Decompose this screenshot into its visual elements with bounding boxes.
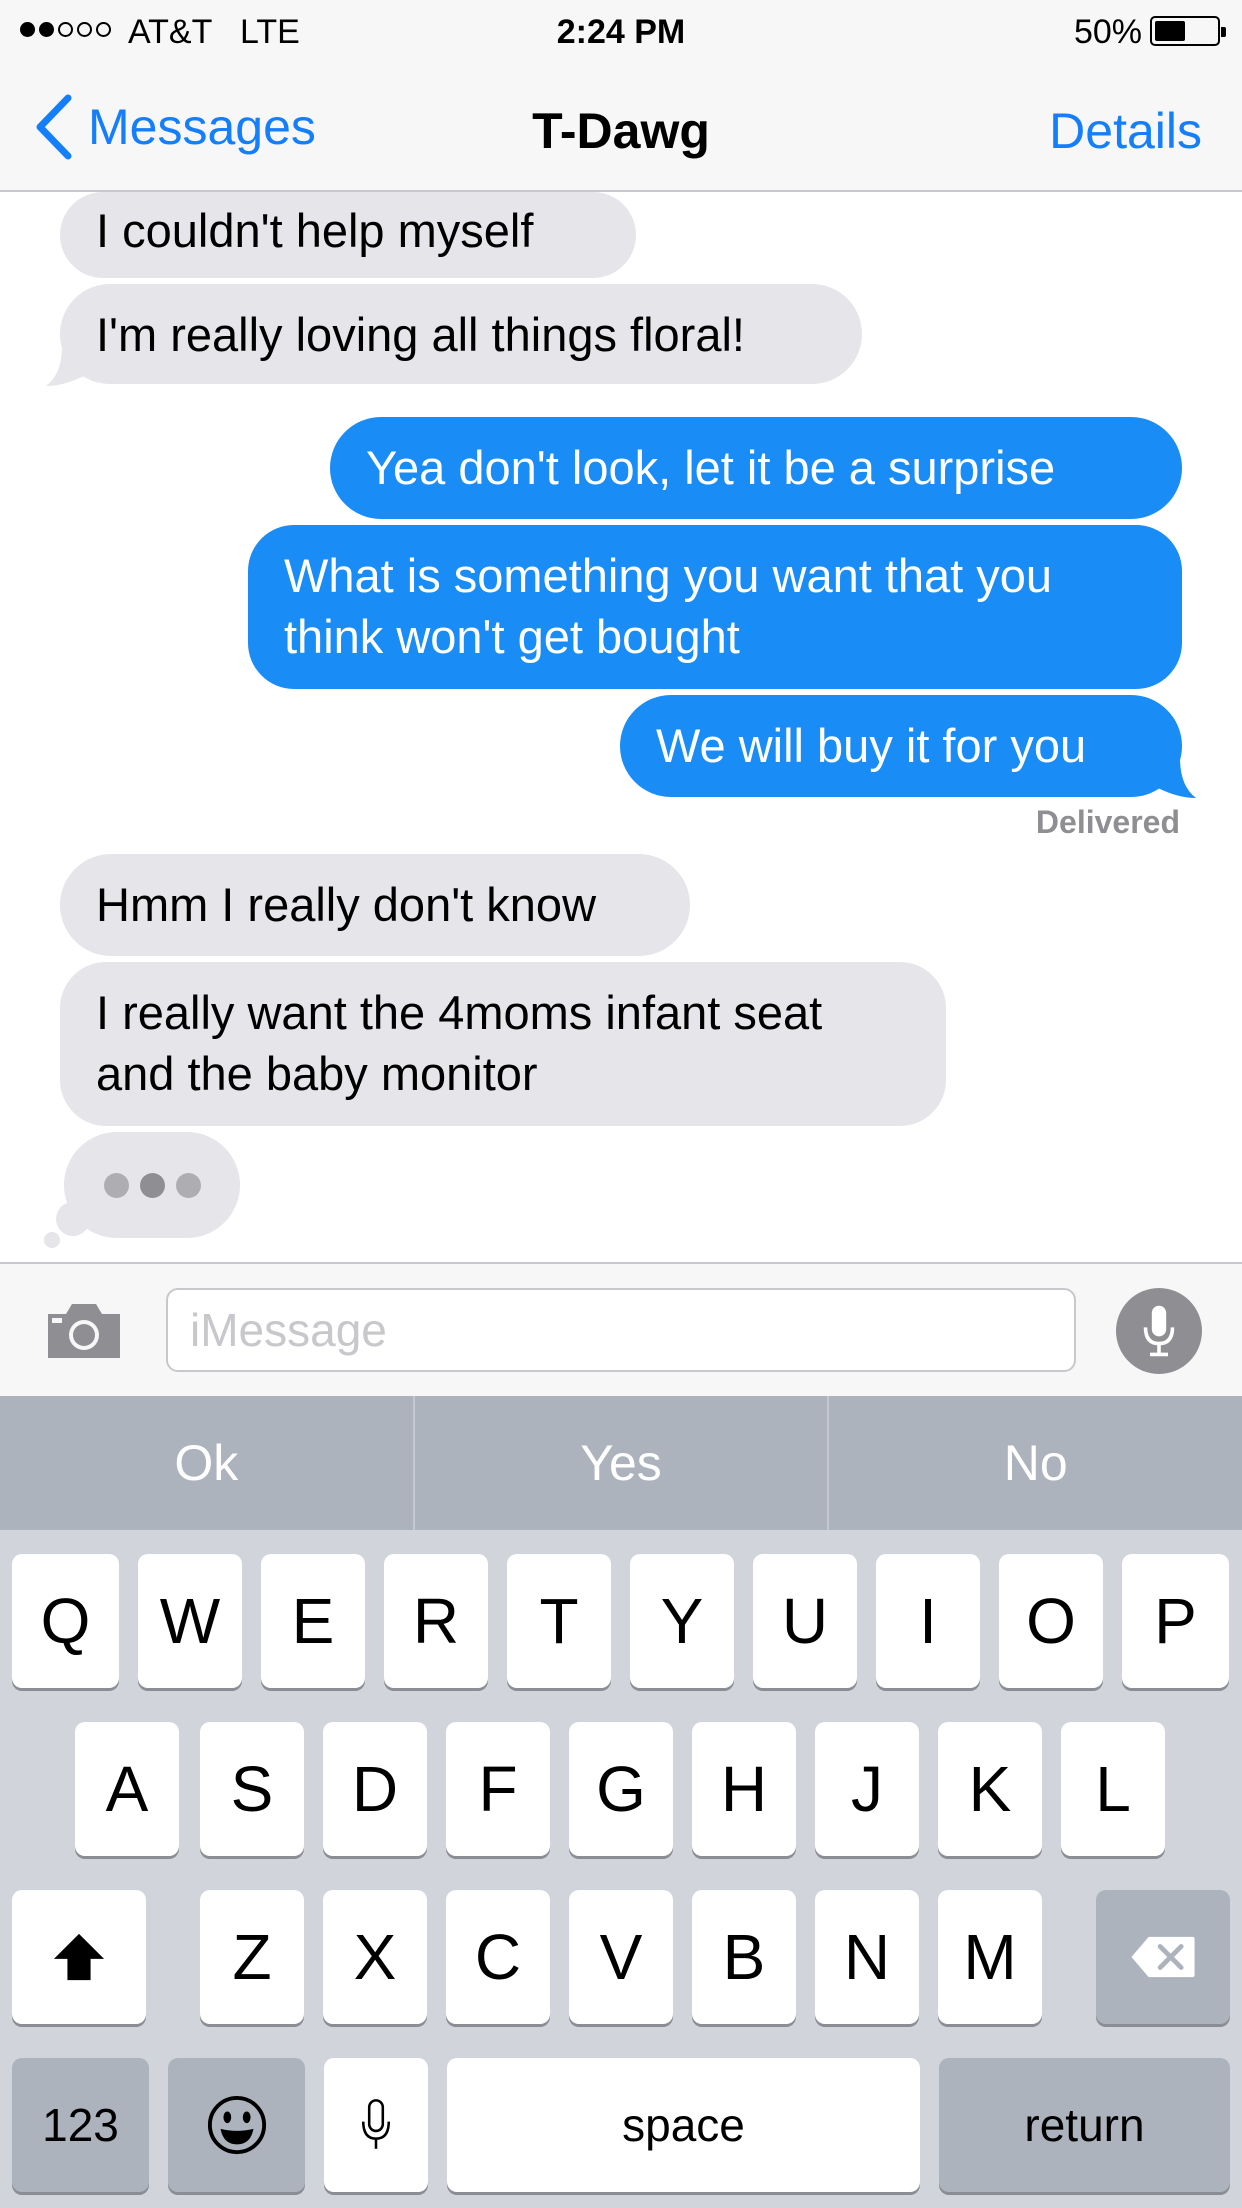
microphone-button[interactable] bbox=[1116, 1288, 1202, 1374]
key-q[interactable]: Q bbox=[12, 1554, 119, 1688]
details-button[interactable]: Details bbox=[1049, 102, 1202, 160]
key-e[interactable]: E bbox=[261, 1554, 365, 1688]
message-text: Hmm I really don't know bbox=[96, 878, 597, 931]
typing-dot bbox=[103, 1172, 129, 1198]
return-key[interactable]: return bbox=[939, 2058, 1230, 2192]
key-f[interactable]: F bbox=[446, 1722, 550, 1856]
backspace-key[interactable] bbox=[1096, 1890, 1230, 2024]
key-m[interactable]: M bbox=[938, 1890, 1042, 2024]
typing-dot bbox=[139, 1172, 165, 1198]
bubble-tail bbox=[46, 346, 84, 386]
outgoing-message-bubble[interactable]: We will buy it for you bbox=[620, 695, 1182, 797]
key-d[interactable]: D bbox=[323, 1722, 427, 1856]
battery-percentage: 50% bbox=[1073, 13, 1142, 51]
key-y[interactable]: Y bbox=[630, 1554, 734, 1688]
suggestion-yes[interactable]: Yes bbox=[412, 1396, 828, 1530]
incoming-message-bubble[interactable]: Hmm I really don't know bbox=[60, 854, 690, 956]
message-input-bar bbox=[0, 1262, 1242, 1396]
key-u[interactable]: U bbox=[753, 1554, 857, 1688]
key-j[interactable]: J bbox=[815, 1722, 919, 1856]
typing-indicator bbox=[64, 1132, 240, 1238]
navigation-bar: Messages T-Dawg Details bbox=[0, 62, 1242, 192]
key-c[interactable]: C bbox=[446, 1890, 550, 2024]
shift-key[interactable] bbox=[12, 1890, 146, 2024]
suggestion-ok[interactable]: Ok bbox=[0, 1396, 413, 1530]
typing-bubble-tail bbox=[44, 1232, 60, 1248]
key-z[interactable]: Z bbox=[200, 1890, 304, 2024]
quicktype-suggestions: Ok Yes No bbox=[0, 1396, 1242, 1530]
typing-bubble-tail bbox=[56, 1202, 90, 1236]
key-t[interactable]: T bbox=[507, 1554, 611, 1688]
incoming-message-bubble[interactable]: I'm really loving all things floral! bbox=[60, 284, 862, 384]
status-bar: AT&T LTE 2:24 PM 50% bbox=[0, 0, 1242, 62]
key-h[interactable]: H bbox=[692, 1722, 796, 1856]
delivered-status: Delivered bbox=[1035, 804, 1180, 840]
keyboard: Q W E R T Y U I O P A S D F G H J K L Z … bbox=[0, 1530, 1242, 2208]
key-r[interactable]: R bbox=[384, 1554, 488, 1688]
key-p[interactable]: P bbox=[1122, 1554, 1229, 1688]
message-text: I'm really loving all things floral! bbox=[96, 308, 745, 361]
space-key[interactable]: space bbox=[447, 2058, 920, 2192]
suggestion-no[interactable]: No bbox=[827, 1396, 1242, 1530]
status-time: 2:24 PM bbox=[556, 13, 686, 51]
typing-dot bbox=[175, 1172, 201, 1198]
message-text: Yea don't look, let it be a surprise bbox=[366, 441, 1056, 494]
battery-icon bbox=[1150, 16, 1226, 46]
key-l[interactable]: L bbox=[1061, 1722, 1165, 1856]
outgoing-message-bubble[interactable]: What is something you want that you thin… bbox=[248, 525, 1182, 689]
message-text: I couldn't help myself bbox=[96, 204, 534, 257]
message-text: What is something you want that you thin… bbox=[284, 549, 1053, 663]
microphone-icon bbox=[1143, 1305, 1175, 1357]
key-i[interactable]: I bbox=[876, 1554, 980, 1688]
dictation-icon bbox=[361, 2099, 391, 2149]
imessage-input[interactable] bbox=[166, 1288, 1076, 1372]
camera-button[interactable] bbox=[44, 1300, 124, 1362]
incoming-message-bubble[interactable]: I couldn't help myself bbox=[60, 192, 636, 278]
key-x[interactable]: X bbox=[323, 1890, 427, 2024]
message-thread[interactable]: I couldn't help myself I'm really loving… bbox=[0, 192, 1242, 1262]
key-s[interactable]: S bbox=[200, 1722, 304, 1856]
emoji-key[interactable] bbox=[168, 2058, 305, 2192]
outgoing-message-bubble[interactable]: Yea don't look, let it be a surprise bbox=[330, 417, 1182, 519]
numbers-key[interactable]: 123 bbox=[12, 2058, 149, 2192]
message-text: We will buy it for you bbox=[656, 719, 1087, 772]
emoji-icon bbox=[207, 2095, 266, 2155]
backspace-icon bbox=[1131, 1936, 1195, 1978]
key-w[interactable]: W bbox=[138, 1554, 242, 1688]
key-o[interactable]: O bbox=[999, 1554, 1103, 1688]
dictation-key[interactable] bbox=[324, 2058, 428, 2192]
incoming-message-bubble[interactable]: I really want the 4moms infant seat and … bbox=[60, 962, 946, 1126]
message-text: I really want the 4moms infant seat and … bbox=[96, 986, 823, 1100]
key-n[interactable]: N bbox=[815, 1890, 919, 2024]
bubble-tail bbox=[1158, 758, 1196, 798]
key-v[interactable]: V bbox=[569, 1890, 673, 2024]
key-a[interactable]: A bbox=[75, 1722, 179, 1856]
camera-icon bbox=[48, 1304, 120, 1358]
battery-tip bbox=[1221, 27, 1226, 37]
shift-arrow-icon bbox=[53, 1933, 105, 1981]
key-k[interactable]: K bbox=[938, 1722, 1042, 1856]
battery-fill bbox=[1155, 21, 1185, 41]
key-g[interactable]: G bbox=[569, 1722, 673, 1856]
key-b[interactable]: B bbox=[692, 1890, 796, 2024]
